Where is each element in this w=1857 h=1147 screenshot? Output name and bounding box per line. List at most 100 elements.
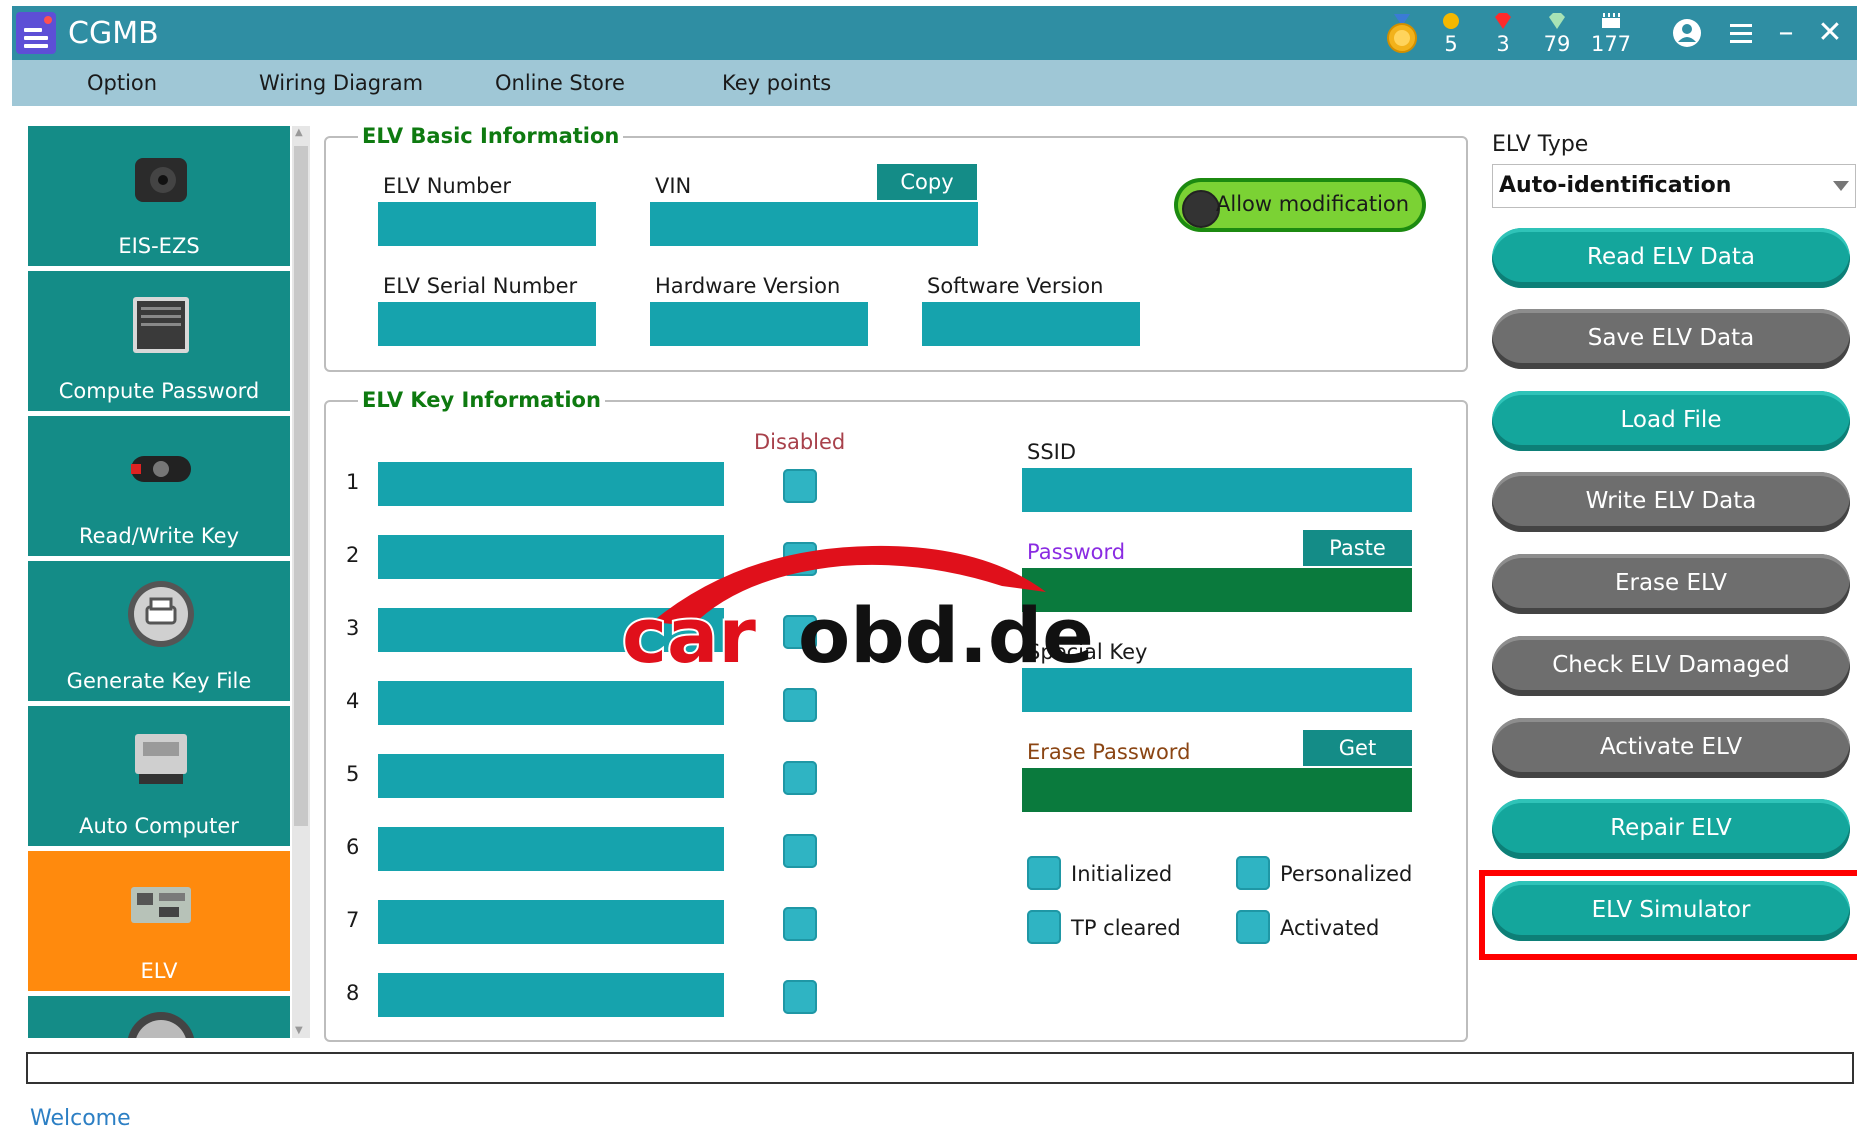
sidebar-item-label: EIS-EZS (118, 234, 200, 258)
eis-ignition-icon (135, 158, 187, 202)
key-row-number: 8 (346, 981, 360, 1005)
key-1-field[interactable] (378, 462, 724, 506)
svg-text:car: car (622, 591, 756, 680)
personalized-checkbox[interactable] (1236, 856, 1270, 890)
key-row-number: 6 (346, 835, 360, 859)
ssid-label: SSID (1027, 440, 1077, 464)
copy-button[interactable]: Copy (877, 164, 977, 200)
elv-type-label: ELV Type (1492, 132, 1589, 157)
vin-label: VIN (655, 174, 692, 198)
key-7-field[interactable] (378, 900, 724, 944)
elv-number-field[interactable] (378, 202, 596, 246)
close-button[interactable]: ✕ (1812, 18, 1848, 48)
initialized-checkbox[interactable] (1027, 856, 1061, 890)
app-logo-icon (16, 12, 56, 54)
key-row-number: 1 (346, 470, 360, 494)
allow-modification-label: Allow modification (1216, 192, 1410, 216)
key-info-legend: ELV Key Information (358, 388, 605, 412)
key-row-number: 5 (346, 762, 360, 786)
progress-bar (26, 1052, 1854, 1084)
elv-board-icon (131, 887, 191, 923)
app-title: CGMB (68, 16, 159, 51)
car-key-icon (131, 456, 191, 482)
key-8-field[interactable] (378, 973, 724, 1017)
erase-password-label: Erase Password (1027, 740, 1191, 764)
software-version-label: Software Version (927, 274, 1104, 298)
paste-button[interactable]: Paste (1303, 530, 1412, 566)
save-elv-data-button[interactable]: Save ELV Data (1492, 309, 1850, 369)
chip-icon (1602, 13, 1620, 28)
minimize-button[interactable]: – (1768, 18, 1804, 48)
diamond-icon (1549, 13, 1565, 29)
binary-chip-icon (133, 297, 189, 353)
elv-type-select[interactable]: Auto-identification (1492, 164, 1856, 208)
activate-elv-button[interactable]: Activate ELV (1492, 718, 1850, 778)
disabled-column-label: Disabled (754, 430, 846, 454)
key-5-disabled-checkbox[interactable] (783, 761, 817, 795)
key-4-field[interactable] (378, 681, 724, 725)
erase-elv-button[interactable]: Erase ELV (1492, 554, 1850, 614)
hamburger-menu-icon[interactable] (1728, 20, 1754, 46)
key-6-field[interactable] (378, 827, 724, 871)
menu-option[interactable]: Option (87, 71, 157, 95)
read-elv-data-button[interactable]: Read ELV Data (1492, 228, 1850, 288)
hardware-version-label: Hardware Version (655, 274, 841, 298)
key-row-number: 3 (346, 616, 360, 640)
sidebar-item-generate-key-file[interactable]: Generate Key File (28, 561, 290, 701)
sidebar-item-auto-computer[interactable]: Auto Computer (28, 706, 290, 846)
sidebar-item-compute-password[interactable]: Compute Password (28, 271, 290, 411)
title-bar: CGMB 5 3 79 177 – ✕ (12, 6, 1857, 60)
key-5-field[interactable] (378, 754, 724, 798)
toggle-knob-icon (1182, 190, 1220, 228)
cgmb-window: CGMB 5 3 79 177 – ✕ Option Wiring Diagra… (12, 6, 1857, 1147)
sidebar-scrollbar[interactable]: ▲ ▼ (292, 126, 310, 1038)
sidebar-item-label: Compute Password (58, 379, 260, 403)
key-row-number: 2 (346, 543, 360, 567)
elv-number-label: ELV Number (383, 174, 512, 198)
elv-serial-number-field[interactable] (378, 302, 596, 346)
ruby-icon (1495, 13, 1511, 29)
scrollbar-thumb[interactable] (294, 146, 308, 826)
personalized-label: Personalized (1280, 862, 1413, 886)
scroll-up-icon[interactable]: ▲ (295, 128, 307, 138)
elv-simulator-highlight-box (1479, 870, 1857, 960)
medal-icon[interactable] (1384, 14, 1420, 54)
status-text: Welcome (30, 1106, 131, 1131)
gold-coin-count: 5 (1444, 32, 1458, 56)
gold-coin-counter: 5 (1428, 8, 1474, 58)
check-elv-damaged-button[interactable]: Check ELV Damaged (1492, 636, 1850, 696)
scroll-down-icon[interactable]: ▼ (295, 1026, 307, 1036)
tp-cleared-label: TP cleared (1071, 916, 1181, 940)
menu-key-points[interactable]: Key points (722, 71, 831, 95)
get-button[interactable]: Get (1303, 730, 1412, 766)
ssid-field[interactable] (1022, 468, 1412, 512)
sidebar-item-eis-ezs[interactable]: EIS-EZS (28, 126, 290, 266)
key-1-disabled-checkbox[interactable] (783, 469, 817, 503)
key-6-disabled-checkbox[interactable] (783, 834, 817, 868)
svg-text:obd.de: obd.de (798, 591, 1094, 680)
elv-type-value: Auto-identification (1499, 173, 1732, 198)
activated-label: Activated (1280, 916, 1380, 940)
sidebar-item-more[interactable] (28, 996, 290, 1038)
sidebar-item-read-write-key[interactable]: Read/Write Key (28, 416, 290, 556)
key-4-disabled-checkbox[interactable] (783, 688, 817, 722)
initialized-label: Initialized (1071, 862, 1173, 886)
key-7-disabled-checkbox[interactable] (783, 907, 817, 941)
allow-modification-toggle[interactable]: Allow modification (1174, 178, 1426, 232)
hardware-version-field[interactable] (650, 302, 868, 346)
elv-serial-number-label: ELV Serial Number (383, 274, 578, 298)
sidebar-item-elv[interactable]: ELV (28, 851, 290, 991)
menu-wiring-diagram[interactable]: Wiring Diagram (259, 71, 423, 95)
write-elv-data-button[interactable]: Write ELV Data (1492, 472, 1850, 532)
repair-elv-button[interactable]: Repair ELV (1492, 799, 1850, 859)
user-icon[interactable] (1672, 18, 1702, 48)
menu-online-store[interactable]: Online Store (495, 71, 625, 95)
erase-password-field[interactable] (1022, 768, 1412, 812)
vin-field[interactable] (650, 202, 978, 246)
load-file-button[interactable]: Load File (1492, 391, 1850, 451)
software-version-field[interactable] (922, 302, 1140, 346)
activated-checkbox[interactable] (1236, 910, 1270, 944)
tp-cleared-checkbox[interactable] (1027, 910, 1061, 944)
basic-info-legend: ELV Basic Information (358, 124, 624, 148)
key-8-disabled-checkbox[interactable] (783, 980, 817, 1014)
